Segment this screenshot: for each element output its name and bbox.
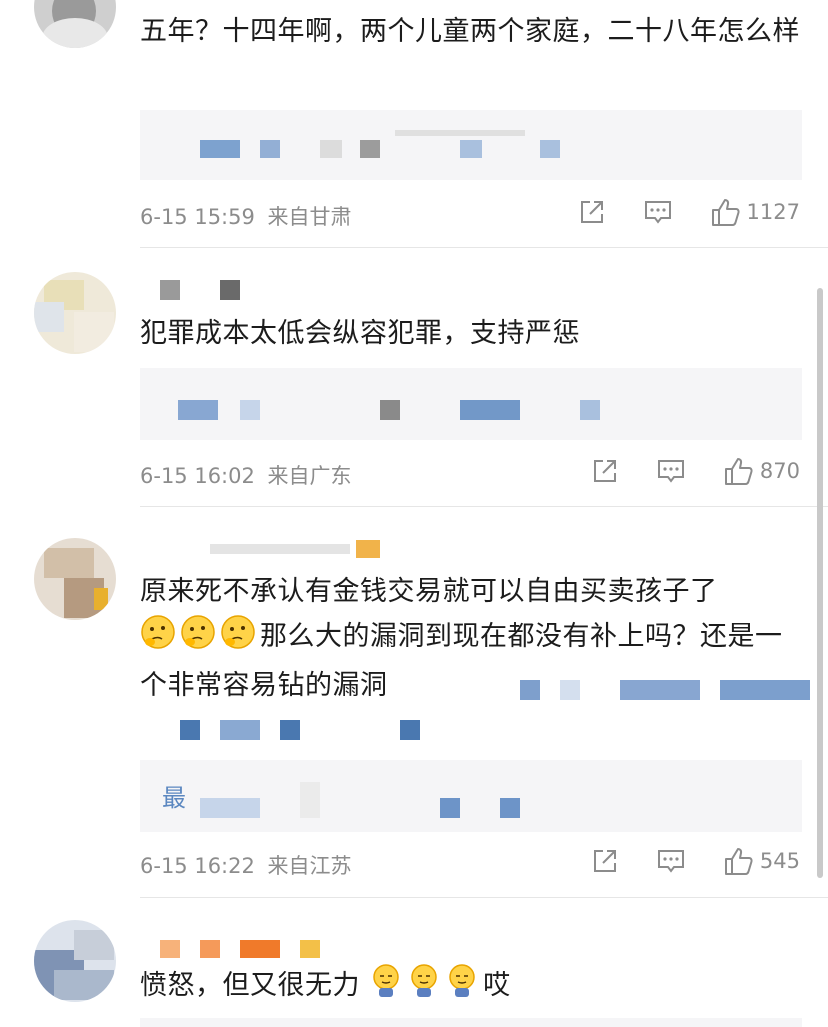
sweat-emoji <box>445 963 479 1013</box>
scrollbar[interactable] <box>817 288 823 878</box>
divider <box>140 897 828 898</box>
reply-preview[interactable]: 最 <box>140 760 802 832</box>
reply-button[interactable] <box>656 456 686 486</box>
comment-actions: 870 <box>590 455 800 487</box>
avatar[interactable] <box>34 0 116 48</box>
comment-meta: 6-15 16:02 来自广东 <box>140 460 352 490</box>
sweat-emoji <box>369 963 403 1013</box>
comment-text: 五年？十四年啊，两个儿童两个家庭，二十八年怎么样 <box>140 16 800 47</box>
share-button[interactable] <box>590 456 620 486</box>
comment-meta: 6-15 15:59 来自甘肃 <box>140 201 352 231</box>
comment-text: 愤怒，但又很无力 哎 <box>140 963 805 1013</box>
like-button[interactable]: 870 <box>722 455 800 487</box>
blurred-link[interactable] <box>140 668 810 748</box>
comment-date: 6-15 16:02 <box>140 464 255 488</box>
comment-date: 6-15 15:59 <box>140 205 255 229</box>
avatar[interactable] <box>34 920 116 1002</box>
like-button[interactable]: 1127 <box>709 196 800 228</box>
comment-location: 来自江苏 <box>267 854 352 878</box>
reply-button[interactable] <box>643 197 673 227</box>
comment-text-main: 愤怒，但又很无力 <box>140 970 360 1001</box>
thinking-emoji <box>220 614 256 664</box>
comment-text-end: 哎 <box>483 970 511 1001</box>
divider <box>140 247 828 248</box>
comment-location: 来自广东 <box>267 464 352 488</box>
share-icon <box>593 850 616 872</box>
reply-preview[interactable] <box>140 1018 802 1027</box>
comment-date: 6-15 16:22 <box>140 854 255 878</box>
comment-text: 犯罪成本太低会纵容犯罪，支持严惩 <box>140 318 580 349</box>
like-count: 1127 <box>746 200 800 224</box>
avatar[interactable] <box>34 272 116 354</box>
comment-text-part1: 原来死不承认有金钱交易就可以自由买卖孩子了 <box>140 576 718 607</box>
comment-icon <box>657 460 684 483</box>
reply-preview[interactable] <box>140 110 802 180</box>
like-count: 870 <box>759 459 800 483</box>
comment-location: 来自甘肃 <box>267 205 352 229</box>
comment-icon <box>657 850 684 873</box>
comment-actions: 1127 <box>577 196 800 228</box>
thinking-emoji <box>180 614 216 664</box>
share-icon <box>580 201 603 223</box>
reply-preview-text: 最 <box>162 784 186 812</box>
thinking-emoji <box>140 614 176 664</box>
like-icon <box>711 199 740 226</box>
share-button[interactable] <box>590 846 620 876</box>
divider <box>140 506 828 507</box>
comment-actions: 545 <box>590 845 800 877</box>
like-count: 545 <box>759 849 800 873</box>
avatar[interactable] <box>34 538 116 620</box>
like-icon <box>724 458 753 485</box>
share-icon <box>593 460 616 482</box>
comment-icon <box>644 201 671 224</box>
comment-meta: 6-15 16:22 来自江苏 <box>140 850 352 880</box>
share-button[interactable] <box>577 197 607 227</box>
reply-button[interactable] <box>656 846 686 876</box>
sweat-emoji <box>407 963 441 1013</box>
like-button[interactable]: 545 <box>722 845 800 877</box>
reply-preview[interactable] <box>140 368 802 440</box>
like-icon <box>724 848 753 875</box>
